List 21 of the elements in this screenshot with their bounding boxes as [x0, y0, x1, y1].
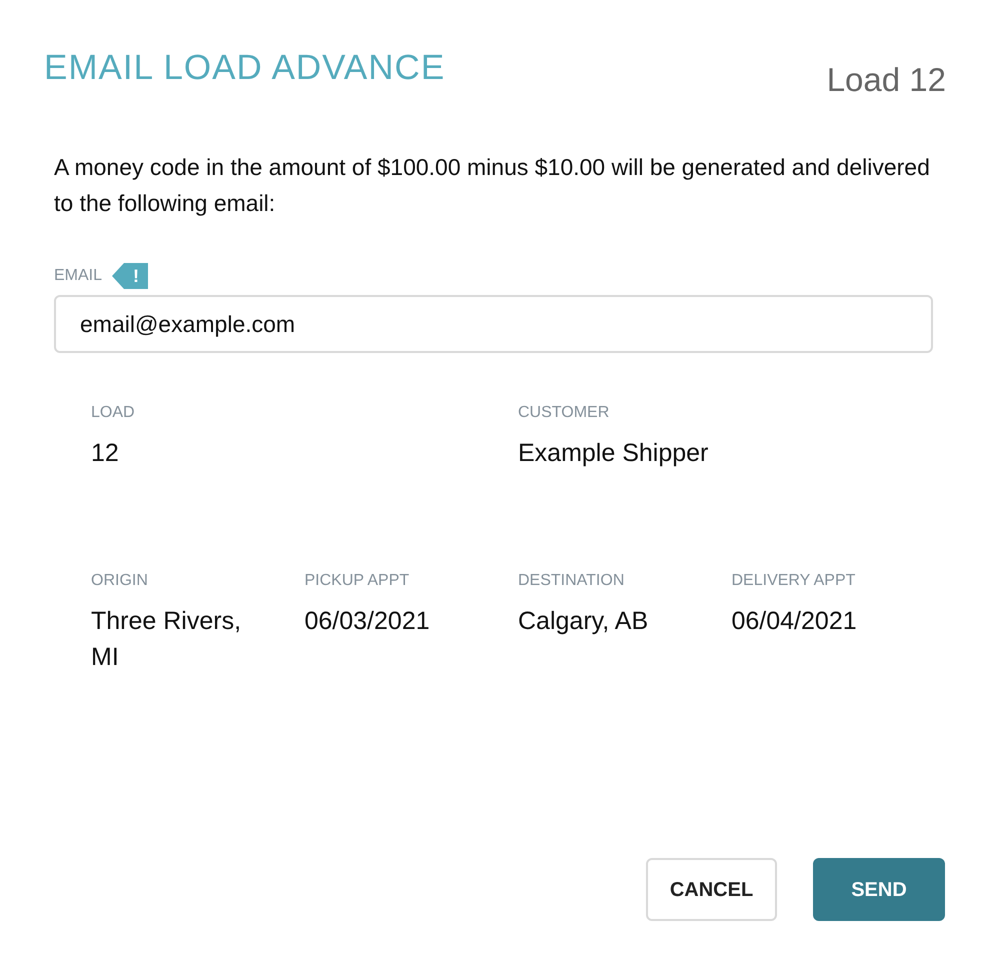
email-field[interactable]: email@example.com [54, 295, 933, 353]
cancel-button[interactable]: CANCEL [646, 858, 777, 921]
load-number: Load 12 [826, 60, 946, 100]
field-value: Example Shipper [518, 438, 708, 469]
dialog-title: EMAIL LOAD ADVANCE [44, 48, 446, 88]
message-text: A money code in the amount of $100.00 minus $10.00 will be generated and delivered to the following email: [54, 153, 931, 218]
field-value: 06/04/2021 [732, 606, 857, 637]
send-button[interactable]: SEND [813, 858, 945, 921]
field-label: DELIVERY APPT [732, 571, 856, 591]
field-label: DESTINATION [518, 571, 626, 591]
field-label: LOAD [91, 403, 136, 423]
warning-badge: ! [124, 263, 148, 289]
badge-arrow-icon [112, 263, 124, 289]
field-label: CUSTOMER [518, 403, 610, 423]
email-label: EMAIL [54, 266, 102, 286]
field-value: Calgary, AB [518, 606, 648, 637]
field-value: 12 [91, 438, 119, 469]
field-label: ORIGIN [91, 571, 149, 591]
field-label: PICKUP APPT [304, 571, 410, 591]
field-value: 06/03/2021 [304, 606, 430, 637]
field-value: Three Rivers, MI [91, 606, 242, 673]
